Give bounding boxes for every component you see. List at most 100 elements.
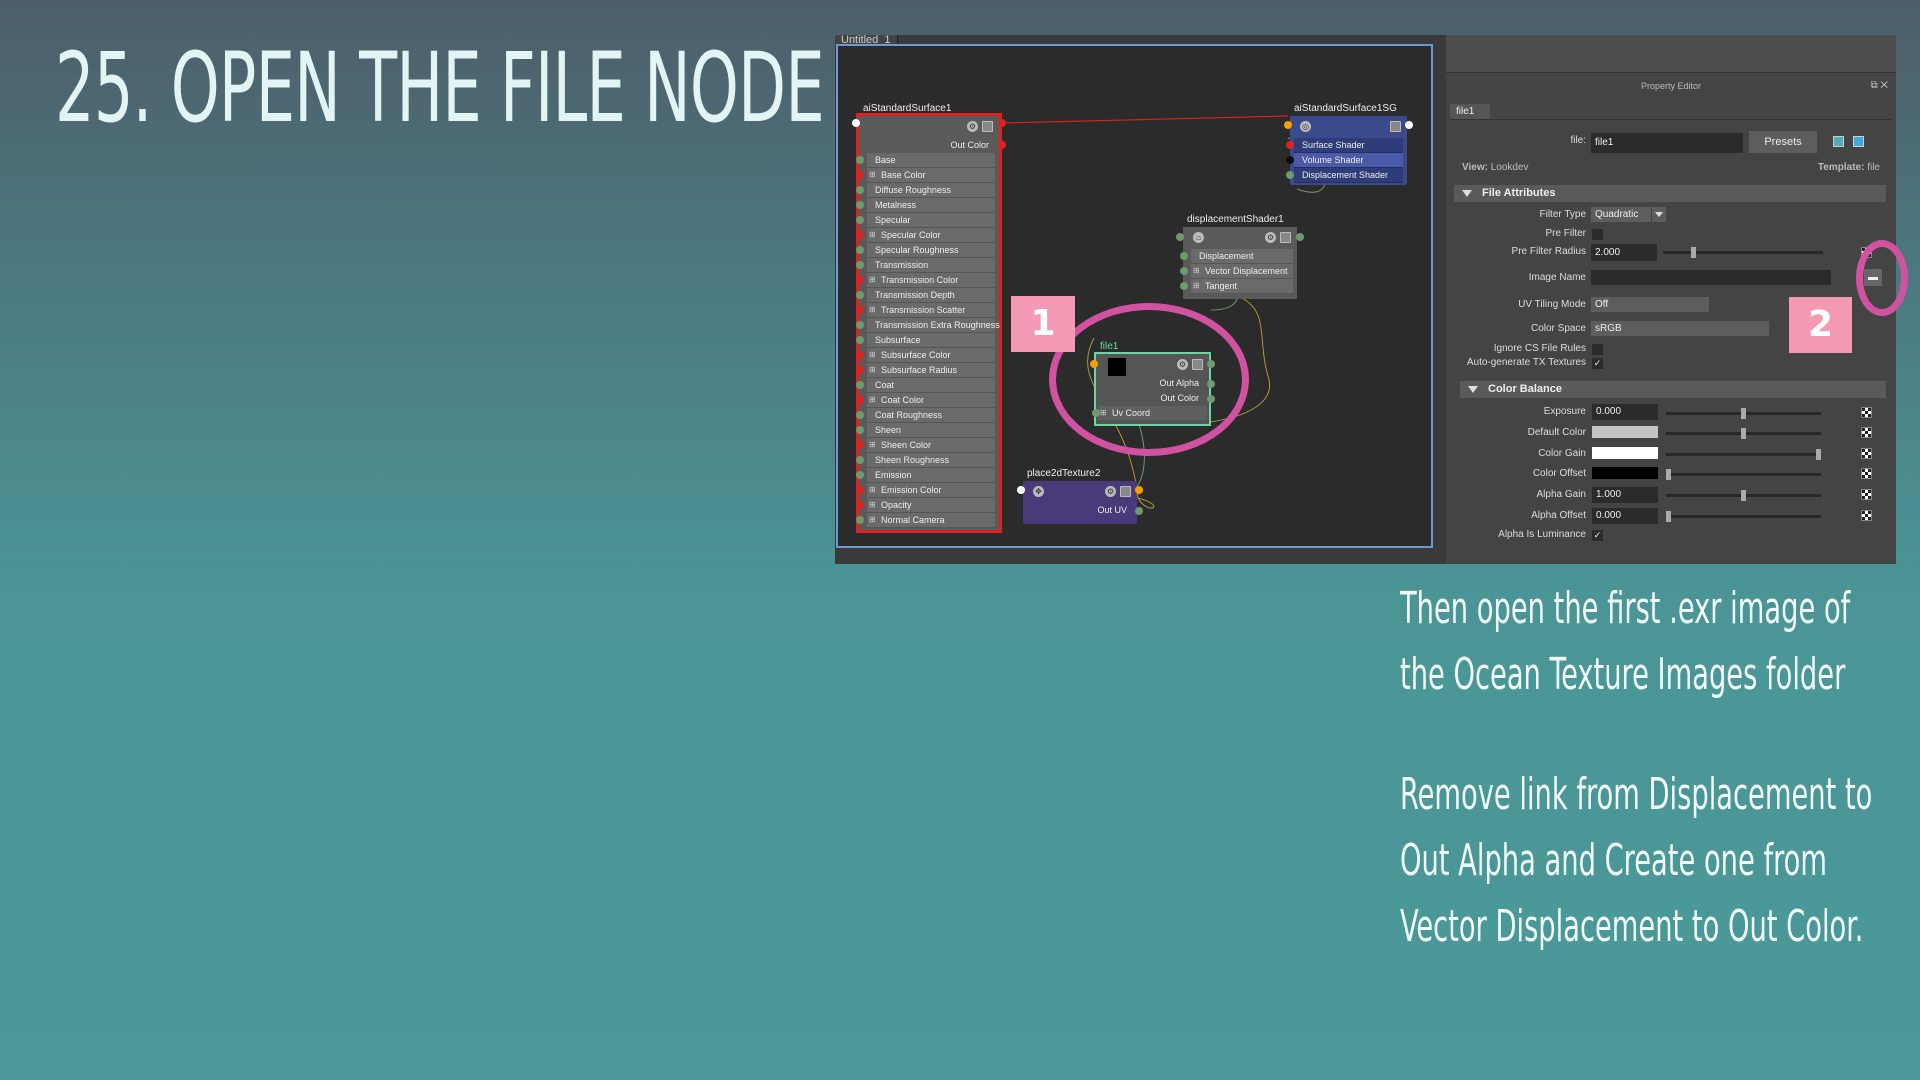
attribute-row[interactable]: Displacement Shader <box>1286 168 1403 183</box>
slider-knob[interactable] <box>1691 247 1696 258</box>
input-port[interactable] <box>856 501 864 509</box>
input-port[interactable] <box>856 471 864 479</box>
tab-file1[interactable]: file1 <box>1450 104 1490 119</box>
pre-filter-checkbox[interactable] <box>1592 229 1603 240</box>
alpha-offset-field[interactable]: 0.000 <box>1592 508 1658 524</box>
attribute-row[interactable]: Specular <box>856 213 995 228</box>
slider-knob[interactable] <box>1816 449 1821 460</box>
output-port[interactable] <box>1135 507 1143 515</box>
pre-filter-radius-slider[interactable] <box>1663 247 1823 258</box>
attribute-row[interactable]: Sheen Roughness <box>856 453 995 468</box>
input-port[interactable] <box>856 486 864 494</box>
color-offset-slider[interactable] <box>1666 469 1821 480</box>
attribute-row[interactable]: Subsurface Color <box>856 348 995 363</box>
alpha-gain-slider[interactable] <box>1666 490 1821 501</box>
attribute-row[interactable]: Subsurface Radius <box>856 363 995 378</box>
attribute-row[interactable]: Surface Shader <box>1286 138 1403 153</box>
input-port[interactable] <box>856 186 864 194</box>
color-balance-header[interactable]: Color Balance <box>1460 381 1886 398</box>
out-uv-row[interactable]: Out UV <box>1023 503 1143 518</box>
attribute-row[interactable]: Transmission Color <box>856 273 995 288</box>
attribute-row[interactable]: Base Color <box>856 168 995 183</box>
input-port[interactable] <box>856 336 864 344</box>
slider-knob[interactable] <box>1666 511 1671 522</box>
alpha-gain-field[interactable]: 1.000 <box>1592 487 1658 503</box>
color-gain-slider[interactable] <box>1666 449 1821 460</box>
default-color-swatch[interactable] <box>1592 426 1658 438</box>
input-port[interactable] <box>856 171 864 179</box>
input-port[interactable] <box>1286 141 1294 149</box>
attribute-row[interactable]: Subsurface <box>856 333 995 348</box>
alpha-offset-slider[interactable] <box>1666 511 1821 522</box>
map-button[interactable] <box>1861 448 1872 459</box>
output-port[interactable] <box>998 141 1006 149</box>
node-name-field[interactable]: file1 <box>1591 133 1743 153</box>
input-port[interactable] <box>856 426 864 434</box>
attribute-row[interactable]: Sheen Color <box>856 438 995 453</box>
attribute-row[interactable]: Base <box>856 153 995 168</box>
filter-type-arrow[interactable] <box>1652 207 1666 222</box>
node-shading-group[interactable]: aiStandardSurface1SG ◎ Surface Shader Vol… <box>1284 103 1413 185</box>
input-port[interactable] <box>856 381 864 389</box>
attribute-row[interactable]: Emission Color <box>856 483 995 498</box>
input-port[interactable] <box>856 306 864 314</box>
map-button[interactable] <box>1861 510 1872 521</box>
input-port[interactable] <box>1286 171 1294 179</box>
input-port[interactable] <box>856 411 864 419</box>
attribute-row[interactable]: Opacity <box>856 498 995 513</box>
focus-icon[interactable] <box>1833 136 1844 147</box>
attribute-row[interactable]: Transmission Extra Roughness <box>856 318 1000 333</box>
output-port[interactable] <box>1296 233 1304 241</box>
alpha-is-luminance-checkbox[interactable]: ✓ <box>1592 530 1603 541</box>
map-button[interactable] <box>1861 489 1872 500</box>
input-port[interactable] <box>856 366 864 374</box>
input-port[interactable] <box>856 231 864 239</box>
slider-knob[interactable] <box>1666 469 1671 480</box>
attribute-row[interactable]: Tangent <box>1180 279 1293 294</box>
slider-knob[interactable] <box>1741 408 1746 419</box>
attribute-row[interactable]: Specular Color <box>856 228 995 243</box>
input-port[interactable] <box>856 291 864 299</box>
copy-tab-icon[interactable] <box>1853 136 1864 147</box>
attribute-row[interactable]: Specular Roughness <box>856 243 995 258</box>
close-icon[interactable]: ⧉ ✕ <box>1870 80 1888 92</box>
input-port[interactable] <box>856 516 864 524</box>
attribute-row[interactable]: Transmission Depth <box>856 288 995 303</box>
out-color-row[interactable]: Out Color <box>859 138 1006 153</box>
attribute-row[interactable]: Diffuse Roughness <box>856 183 995 198</box>
input-port[interactable] <box>856 201 864 209</box>
input-port[interactable] <box>856 396 864 404</box>
auto-tx-checkbox[interactable]: ✓ <box>1592 358 1603 369</box>
ignore-cs-checkbox[interactable] <box>1592 344 1603 355</box>
pre-filter-radius-field[interactable]: 2.000 <box>1591 244 1657 261</box>
color-space-dropdown[interactable]: sRGB <box>1591 321 1769 336</box>
output-port[interactable] <box>998 119 1006 127</box>
uv-tiling-dropdown[interactable]: Off <box>1591 297 1709 312</box>
node-place2dtexture[interactable]: place2dTexture2 ✥ ⚙ Out UV <box>1017 468 1143 524</box>
presets-button[interactable]: Presets <box>1749 131 1817 153</box>
attribute-row[interactable]: Coat Roughness <box>856 408 995 423</box>
exposure-slider[interactable] <box>1666 408 1821 419</box>
input-port[interactable] <box>1180 252 1188 260</box>
file-attributes-header[interactable]: File Attributes <box>1454 185 1886 202</box>
attribute-row[interactable]: Volume Shader <box>1286 153 1403 168</box>
attribute-row[interactable]: Metalness <box>856 198 995 213</box>
node-aistandardsurface[interactable]: aiStandardSurface1 ⚙ Out Color Base Base … <box>852 103 1006 533</box>
attribute-row[interactable]: Transmission Scatter <box>856 303 995 318</box>
input-port[interactable] <box>856 156 864 164</box>
input-port[interactable] <box>856 216 864 224</box>
attribute-row[interactable]: Transmission <box>856 258 995 273</box>
color-offset-swatch[interactable] <box>1592 467 1658 479</box>
input-port[interactable] <box>856 246 864 254</box>
input-port[interactable] <box>1180 267 1188 275</box>
attribute-row[interactable]: Coat Color <box>856 393 995 408</box>
map-button[interactable] <box>1861 468 1872 479</box>
input-port[interactable] <box>856 261 864 269</box>
attribute-row[interactable]: Normal Camera <box>856 513 995 528</box>
attribute-row[interactable]: Sheen <box>856 423 995 438</box>
node-displacement-shader[interactable]: displacementShader1 ⌂ ⚙ Displacement Vecto… <box>1176 214 1304 299</box>
input-port[interactable] <box>856 321 864 329</box>
map-button[interactable] <box>1861 407 1872 418</box>
attribute-row[interactable]: Emission <box>856 468 995 483</box>
attribute-row[interactable]: Vector Displacement <box>1180 264 1293 279</box>
